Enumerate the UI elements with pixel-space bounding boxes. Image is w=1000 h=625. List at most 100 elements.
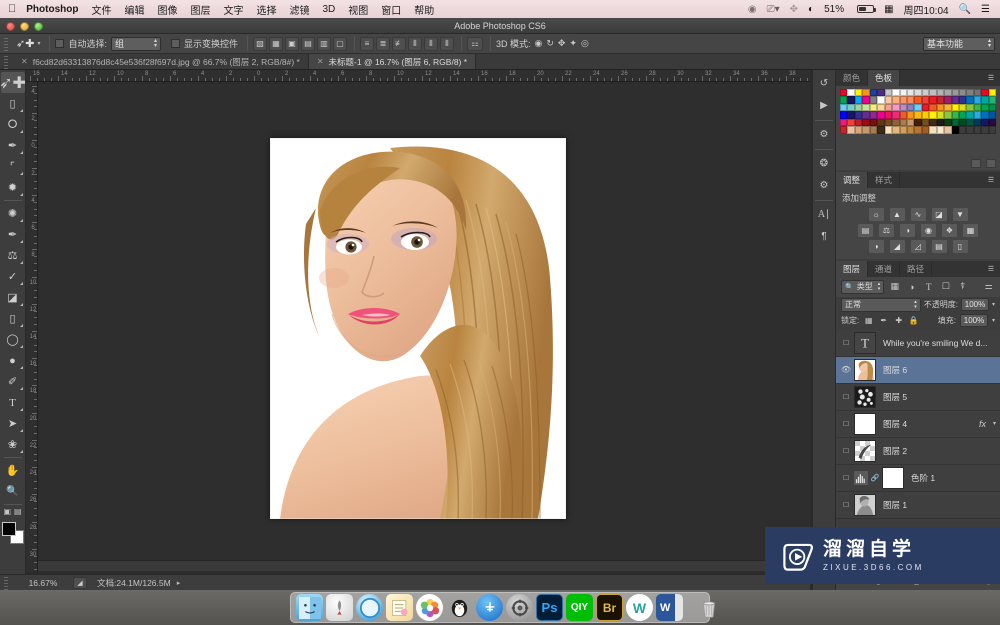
align-left-edges-button[interactable]: ▤ <box>300 36 315 51</box>
color-swatch[interactable] <box>921 118 930 127</box>
color-swatch[interactable] <box>899 111 907 119</box>
rectangular-marquee-tool[interactable]: ▯ <box>1 93 25 114</box>
show-transform-checkbox[interactable] <box>170 39 180 48</box>
align-horizontal-centers-button[interactable]: ▥ <box>316 36 331 51</box>
layer-row[interactable]: □ 图层 1 <box>836 492 1000 519</box>
menu-item-select[interactable]: 选择 <box>256 2 276 17</box>
color-swatch[interactable] <box>959 111 967 119</box>
color-swatch[interactable] <box>914 126 922 134</box>
layer-thumbnail[interactable] <box>854 385 876 408</box>
spot-healing-brush-tool[interactable]: ✺ <box>1 203 25 224</box>
filter-pixel-icon[interactable]: ▦ <box>888 280 901 294</box>
color-swatch[interactable] <box>981 103 989 112</box>
color-swatch[interactable] <box>840 96 848 104</box>
selective-color-icon[interactable]: ▯ <box>952 239 968 253</box>
color-swatch[interactable] <box>840 89 848 97</box>
color-swatch[interactable] <box>929 103 937 112</box>
gradient-tool[interactable]: ▯ <box>1 308 25 329</box>
distribute-bottom-edges-button[interactable]: ≢ <box>391 36 406 51</box>
layer-thumbnail[interactable] <box>854 412 876 435</box>
color-swatch[interactable] <box>936 111 945 119</box>
color-swatch[interactable] <box>936 126 945 134</box>
color-swatch[interactable] <box>944 96 952 104</box>
panel-menu-icon[interactable]: ☰ <box>985 73 997 83</box>
layer-thumbnail[interactable]: T <box>854 331 876 354</box>
notification-center-icon[interactable]: ☰ <box>981 4 990 15</box>
color-swatch[interactable] <box>966 111 974 119</box>
brush-tool[interactable]: ✒ <box>1 224 25 245</box>
color-swatch[interactable] <box>921 126 930 134</box>
layer-name[interactable]: 色阶 1 <box>911 472 935 484</box>
blend-mode-dropdown[interactable]: 正常 ▴ ▾ <box>841 297 921 312</box>
filter-toggle-icon[interactable]: ⚌ <box>982 280 995 294</box>
dock-item-qq[interactable] <box>446 594 473 621</box>
color-swatch[interactable] <box>884 89 893 97</box>
color-swatch[interactable] <box>973 103 982 112</box>
color-swatch[interactable] <box>854 103 863 112</box>
color-swatch[interactable] <box>840 111 848 119</box>
color-swatch[interactable] <box>936 89 945 97</box>
layer-name[interactable]: 图层 5 <box>883 391 907 403</box>
wifi-icon[interactable]: ◐ <box>808 4 814 15</box>
color-swatch[interactable] <box>840 126 848 134</box>
options-bar-grip[interactable] <box>3 36 11 51</box>
dock-item-photoshop[interactable]: Ps <box>536 594 563 621</box>
lock-all-icon[interactable]: 🔒 <box>908 315 919 326</box>
eraser-tool[interactable]: ◪ <box>1 287 25 308</box>
color-swatch[interactable] <box>847 111 855 119</box>
photo-filter-icon[interactable]: ◉ <box>921 223 936 237</box>
fill-value[interactable]: 100% <box>959 313 988 327</box>
color-swatch[interactable] <box>959 89 967 97</box>
color-swatch[interactable] <box>869 126 878 134</box>
dodge-tool[interactable]: ● <box>1 350 25 371</box>
color-swatch[interactable] <box>892 103 900 112</box>
color-swatch[interactable] <box>929 96 937 104</box>
color-swatch[interactable] <box>988 96 997 104</box>
tab-paths[interactable]: 路径 <box>900 260 933 277</box>
canvas-horizontal-scrollbar[interactable] <box>38 560 799 571</box>
distribute-left-edges-button[interactable]: ⫴ <box>407 36 422 51</box>
color-swatch[interactable] <box>877 96 885 104</box>
color-swatch[interactable] <box>906 126 915 134</box>
color-swatch[interactable] <box>966 103 974 112</box>
color-swatch[interactable] <box>973 96 982 104</box>
dock-item-system-preferences[interactable] <box>506 594 533 621</box>
color-swatch[interactable] <box>966 89 974 97</box>
color-swatch[interactable] <box>877 103 885 112</box>
color-swatch[interactable] <box>847 103 855 112</box>
auto-select-checkbox[interactable] <box>55 39 65 48</box>
pen-tool[interactable]: ✐ <box>1 371 25 392</box>
canvas-area[interactable] <box>38 82 810 572</box>
color-swatch[interactable] <box>921 103 930 112</box>
color-swatch[interactable] <box>988 111 997 119</box>
eye-hidden-icon[interactable]: □ <box>838 446 854 455</box>
eyedropper-tool[interactable]: ✹ <box>1 177 25 198</box>
lasso-tool[interactable]: ⭘ <box>1 114 25 135</box>
tab-color[interactable]: 颜色 <box>836 70 869 86</box>
align-bottom-edges-button[interactable]: ▣ <box>284 36 299 51</box>
color-swatch[interactable] <box>951 103 959 112</box>
menu-item-filter[interactable]: 滤镜 <box>289 2 309 17</box>
color-swatch[interactable] <box>929 111 937 119</box>
color-swatch[interactable] <box>906 103 915 112</box>
color-swatch[interactable] <box>854 111 863 119</box>
black-white-icon[interactable]: ◑ <box>900 223 915 237</box>
color-swatch[interactable] <box>944 118 952 127</box>
layer-name[interactable]: While you're smiling We d... <box>883 338 987 348</box>
dock-item-safari[interactable] <box>356 594 383 621</box>
color-swatch[interactable] <box>899 89 907 97</box>
color-swatch[interactable] <box>936 118 945 127</box>
document-tab-1[interactable]: ✕ f6cd82d63313876d8c45e536f28f697d.jpg @… <box>13 54 309 69</box>
close-icon[interactable]: ✕ <box>21 57 28 66</box>
layer-row[interactable]: 👁 图层 6 <box>836 356 1000 384</box>
color-swatch[interactable] <box>847 89 855 97</box>
threshold-icon[interactable]: ◿ <box>910 239 926 253</box>
history-brush-tool[interactable]: ✓ <box>1 266 25 287</box>
color-swatch[interactable] <box>944 103 952 112</box>
custom-shape-tool[interactable]: ❀ <box>1 434 25 455</box>
actions-panel-icon[interactable]: ▶ <box>814 95 834 115</box>
color-swatch[interactable] <box>884 103 893 112</box>
history-panel-icon[interactable]: ↺ <box>814 73 834 93</box>
airplay-icon[interactable]: ◉ <box>748 4 757 15</box>
color-swatch[interactable] <box>884 111 893 119</box>
